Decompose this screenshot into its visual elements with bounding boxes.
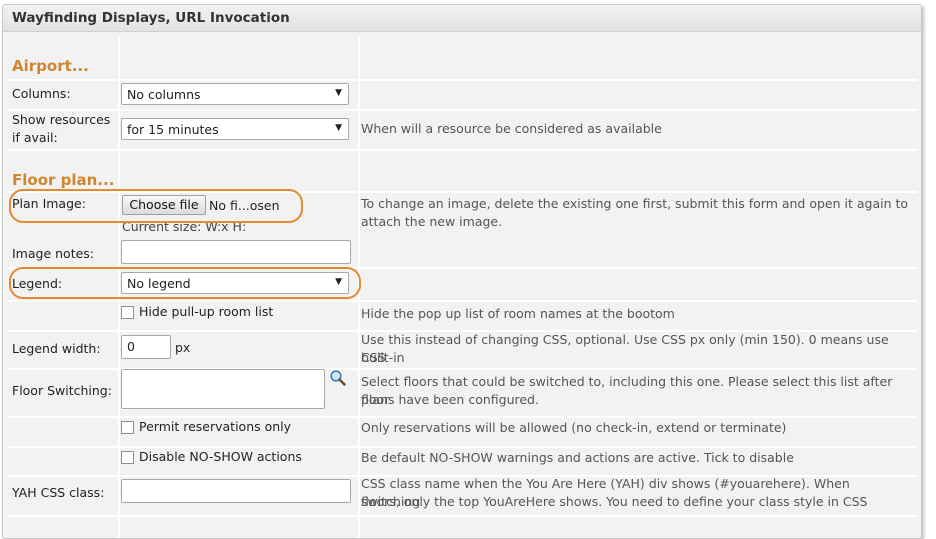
- disable-noshow-checkbox[interactable]: [121, 451, 134, 464]
- columns-select[interactable]: No columns ▼: [121, 83, 349, 105]
- chevron-down-icon: ▼: [335, 123, 342, 133]
- show-resources-label-line2: if avail:: [12, 130, 58, 145]
- airport-heading: Airport...: [12, 57, 89, 75]
- panel-titlebar: Wayfinding Displays, URL Invocation: [3, 5, 921, 32]
- permit-reservations-checkbox[interactable]: [121, 421, 134, 434]
- search-icon[interactable]: [329, 369, 347, 387]
- floor-switching-label: Floor Switching:: [12, 383, 112, 398]
- legend-width-value: 0: [127, 339, 135, 354]
- row-divider: [8, 446, 917, 448]
- row-divider: [8, 109, 917, 111]
- yah-css-label: YAH CSS class:: [12, 485, 105, 500]
- disable-noshow-label: Disable NO-SHOW actions: [139, 449, 302, 464]
- wayfinding-panel: Wayfinding Displays, URL Invocation Airp…: [2, 4, 922, 539]
- panel-title: Wayfinding Displays, URL Invocation: [12, 10, 290, 26]
- columns-label: Columns:: [12, 86, 71, 101]
- plan-image-highlight: [9, 189, 303, 223]
- hide-pullup-label: Hide pull-up room list: [139, 304, 274, 319]
- floor-switching-desc-line2: plans have been configured.: [361, 392, 539, 407]
- floor-plan-heading: Floor plan...: [12, 171, 115, 189]
- yah-css-input[interactable]: [121, 479, 351, 503]
- chevron-down-icon: ▼: [335, 88, 342, 98]
- columns-select-value: No columns: [127, 87, 201, 102]
- row-divider: [8, 149, 917, 151]
- row-divider: [8, 300, 917, 302]
- hide-pullup-checkbox[interactable]: [121, 306, 134, 319]
- permit-reservations-desc: Only reservations will be allowed (no ch…: [361, 420, 787, 435]
- image-notes-label: Image notes:: [12, 246, 95, 261]
- show-resources-select[interactable]: for 15 minutes ▼: [121, 118, 349, 140]
- legend-highlight: [9, 267, 361, 299]
- plan-image-desc-line1: To change an image, delete the existing …: [361, 196, 909, 211]
- plan-image-desc-line2: attach the new image.: [361, 214, 503, 229]
- floor-switching-listbox[interactable]: [121, 369, 325, 409]
- permit-reservations-label: Permit reservations only: [139, 419, 292, 434]
- row-divider: [8, 515, 917, 517]
- disable-noshow-desc: Be default NO-SHOW warnings and actions …: [361, 450, 794, 465]
- show-resources-label-line1: Show resources: [12, 112, 111, 127]
- legend-width-label: Legend width:: [12, 341, 101, 356]
- legend-width-input[interactable]: 0: [121, 335, 171, 359]
- show-resources-select-value: for 15 minutes: [127, 122, 219, 137]
- legend-width-unit: px: [175, 340, 191, 355]
- row-divider: [8, 79, 917, 81]
- legend-width-desc-line2: CSS: [361, 350, 386, 365]
- hide-pullup-desc: Hide the pop up list of room names at th…: [361, 306, 675, 321]
- yah-css-desc-line2: floors, only the top YouAreHere shows. Y…: [361, 494, 868, 509]
- show-resources-desc: When will a resource be considered as av…: [361, 121, 662, 136]
- image-notes-input[interactable]: [121, 240, 351, 264]
- row-divider: [8, 416, 917, 418]
